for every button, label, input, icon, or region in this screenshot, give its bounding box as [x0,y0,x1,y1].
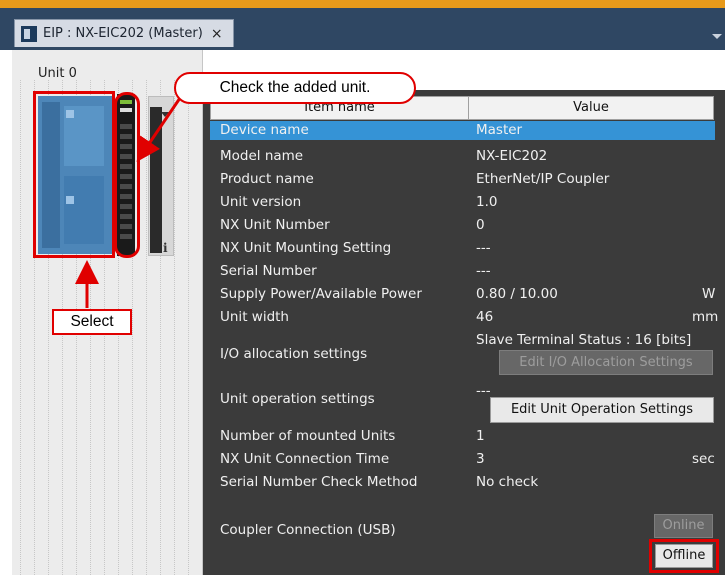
label: Device name [220,122,309,138]
row-unit-width: Unit width 46 mm [210,306,719,328]
unit-label: Unit 0 [38,66,77,81]
label: NX Unit Number [220,217,330,233]
value: 0.80 / 10.00 [476,286,558,302]
tab-dropdown-icon[interactable] [712,34,722,39]
row-serial-number: Serial Number --- [210,260,715,282]
added-unit-highlight [114,92,140,258]
online-button[interactable]: Online [654,514,713,538]
close-icon[interactable]: × [211,26,223,42]
label: NX Unit Connection Time [220,451,390,467]
value: 3 [476,451,485,467]
select-highlight-box [33,91,115,258]
label: I/O allocation settings [220,346,368,362]
row-product-name: Product name EtherNet/IP Coupler [210,168,715,190]
top-accent-strip [0,0,725,8]
row-connection-time: NX Unit Connection Time 3 sec [210,448,715,470]
info-icon[interactable]: i [163,241,168,255]
value: 0 [476,217,485,233]
value: 1 [476,428,485,444]
label: Unit width [220,309,289,325]
select-label: Select [52,309,132,335]
value: Master [476,122,523,138]
device-icon [21,25,37,42]
label: Number of mounted Units [220,428,396,444]
row-device-name[interactable]: Device name Master [210,121,715,140]
unit: mm [692,309,719,325]
unit: W [702,286,716,302]
row-supply-power: Supply Power/Available Power 0.80 / 10.0… [210,283,715,305]
value: --- [476,240,491,256]
offline-highlight-box [649,539,719,573]
empty-unit-slot[interactable]: i [148,96,174,256]
label: Serial Number Check Method [220,474,418,490]
unit-dropdown-icon[interactable] [161,112,169,117]
row-model-name: Model name NX-EIC202 [210,145,715,167]
value: EtherNet/IP Coupler [476,171,610,187]
value: Slave Terminal Status : 16 [bits] [476,332,692,348]
row-serial-check: Serial Number Check Method No check [210,471,715,493]
check-unit-callout: Check the added unit. [174,72,416,104]
label: Supply Power/Available Power [220,286,422,302]
edit-unit-operation-button[interactable]: Edit Unit Operation Settings [490,397,714,423]
value: --- [476,263,491,279]
tab-eip-master[interactable]: EIP : NX-EIC202 (Master) × [14,19,234,47]
label: Unit version [220,194,302,210]
value: NX-EIC202 [476,148,548,164]
tab-title: EIP : NX-EIC202 (Master) [43,26,203,41]
label: Unit operation settings [220,391,375,407]
label: Serial Number [220,263,317,279]
value: 1.0 [476,194,498,210]
value: No check [476,474,539,490]
header-value: Value [573,100,609,115]
value: --- [476,383,491,399]
row-nx-unit-number: NX Unit Number 0 [210,214,715,236]
label: NX Unit Mounting Setting [220,240,392,256]
row-unit-version: Unit version 1.0 [210,191,715,213]
row-mounting-setting: NX Unit Mounting Setting --- [210,237,715,259]
row-coupler-connection: Coupler Connection (USB) [210,519,715,541]
label: Coupler Connection (USB) [220,522,396,538]
row-mounted-units: Number of mounted Units 1 [210,425,715,447]
value: 46 [476,309,494,325]
edit-io-allocation-button[interactable]: Edit I/O Allocation Settings [499,350,713,375]
label: Product name [220,171,314,187]
unit: sec [692,451,715,467]
label: Model name [220,148,304,164]
